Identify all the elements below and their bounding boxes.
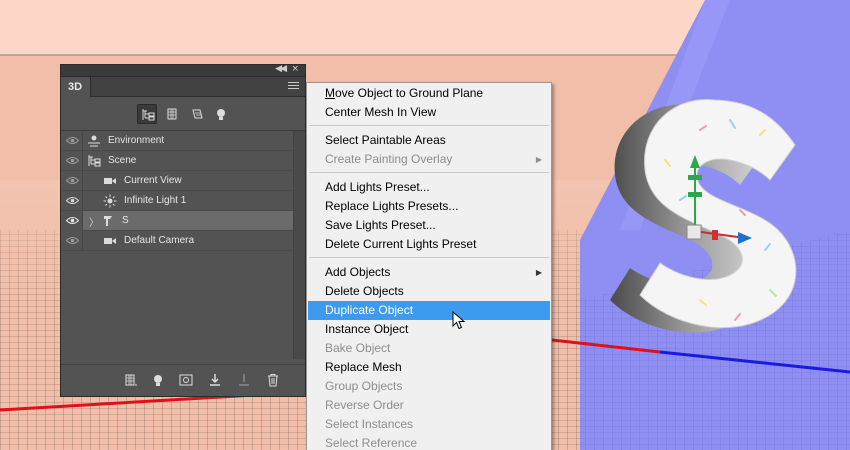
menu-item-replace-lights-presets[interactable]: Replace Lights Presets... [308, 197, 550, 216]
menu-item-save-lights-preset[interactable]: Save Lights Preset... [308, 216, 550, 235]
visibility-eye-icon[interactable] [66, 216, 79, 225]
menu-item-mnemonic: M [325, 86, 335, 100]
new-light-icon[interactable] [151, 373, 165, 387]
menu-separator [309, 125, 549, 126]
new-mesh-icon[interactable] [123, 373, 137, 387]
3d-panel: ◀◀ × 3D Environment Scene Current View I… [60, 64, 306, 397]
panel-menu-icon[interactable] [288, 82, 299, 91]
layer-row-infinite-light[interactable]: Infinite Light 1 [61, 191, 293, 211]
context-menu: Move Object to Ground Plane Center Mesh … [306, 82, 552, 450]
menu-item-label: Add Objects [325, 265, 391, 279]
layer-row-environment[interactable]: Environment [61, 131, 293, 151]
layer-row-current-view[interactable]: Current View [61, 171, 293, 191]
menu-item-reverse-order[interactable]: Reverse Order [308, 396, 550, 415]
lights-filter-icon[interactable] [211, 104, 231, 124]
menu-item-add-lights-preset[interactable]: Add Lights Preset... [308, 178, 550, 197]
layer-row-default-camera[interactable]: Default Camera [61, 231, 293, 251]
panel-collapse-bar[interactable]: ◀◀ × [61, 64, 305, 77]
menu-item-replace-mesh[interactable]: Replace Mesh [308, 358, 550, 377]
delete-icon[interactable] [266, 373, 280, 387]
layer-label: Current View [124, 175, 182, 186]
menu-item-instance-object[interactable]: Instance Object [308, 320, 550, 339]
constraint-icon[interactable] [237, 373, 251, 387]
layer-label: Scene [108, 155, 137, 166]
layer-list: Environment Scene Current View Infinite … [61, 130, 305, 360]
menu-item-delete-objects[interactable]: Delete Objects [308, 282, 550, 301]
menu-item-select-instances[interactable]: Select Instances [308, 415, 550, 434]
menu-item-center-mesh-in-view[interactable]: Center Mesh In View [308, 103, 550, 122]
menu-item-delete-current-lights-preset[interactable]: Delete Current Lights Preset [308, 235, 550, 254]
close-panel-icon[interactable]: × [291, 64, 299, 74]
layer-row-s[interactable]: 〉 S [61, 211, 293, 231]
layer-row-scene[interactable]: Scene [61, 151, 293, 171]
menu-separator [309, 257, 549, 258]
menu-item-group-objects[interactable]: Group Objects [308, 377, 550, 396]
visibility-eye-icon[interactable] [66, 196, 79, 205]
menu-separator [309, 172, 549, 173]
visibility-eye-icon[interactable] [66, 136, 79, 145]
panel-scrollbar[interactable] [293, 131, 305, 359]
expand-arrow-icon[interactable]: 〉 [89, 214, 99, 229]
menu-item-select-reference[interactable]: Select Reference [308, 434, 550, 450]
ground-plane-icon[interactable] [208, 373, 222, 387]
visibility-eye-icon[interactable] [66, 176, 79, 185]
tab-3d[interactable]: 3D [61, 77, 91, 97]
menu-item-move-object-to-ground-plane[interactable]: Move Object to Ground Plane [308, 84, 550, 103]
menu-item-bake-object[interactable]: Bake Object [308, 339, 550, 358]
menu-item-label: Create Painting Overlay [325, 152, 453, 166]
mesh-icon [104, 216, 112, 226]
light-icon [103, 194, 117, 208]
visibility-eye-icon[interactable] [66, 156, 79, 165]
submenu-arrow-icon: ▶ [535, 155, 542, 164]
layer-label: S [122, 215, 129, 226]
camera-icon [104, 238, 116, 244]
layer-label: Default Camera [124, 235, 195, 246]
scene-icon [88, 155, 101, 167]
menu-item-add-objects[interactable]: Add Objects ▶ [308, 263, 550, 282]
menu-item-select-paintable-areas[interactable]: Select Paintable Areas [308, 131, 550, 150]
visibility-eye-icon[interactable] [66, 236, 79, 245]
panel-bottom-toolbar [61, 364, 305, 396]
layer-label: Infinite Light 1 [124, 195, 187, 206]
render-icon[interactable] [179, 373, 193, 387]
whole-scene-filter-icon[interactable] [137, 104, 157, 124]
filter-toolbar [61, 97, 305, 129]
menu-item-duplicate-object[interactable]: Duplicate Object [308, 301, 550, 320]
materials-filter-icon[interactable] [187, 104, 207, 124]
collapse-icon[interactable]: ◀◀ [275, 64, 287, 74]
panel-tab-row: 3D [61, 77, 305, 97]
meshes-filter-icon[interactable] [162, 104, 182, 124]
menu-item-label-rest: ove Object to Ground Plane [335, 86, 484, 100]
layer-label: Environment [108, 135, 165, 146]
camera-icon [104, 178, 116, 184]
menu-item-create-painting-overlay[interactable]: Create Painting Overlay ▶ [308, 150, 550, 169]
submenu-arrow-icon: ▶ [535, 268, 542, 277]
environment-icon [88, 135, 100, 147]
mouse-pointer-icon [452, 311, 466, 330]
